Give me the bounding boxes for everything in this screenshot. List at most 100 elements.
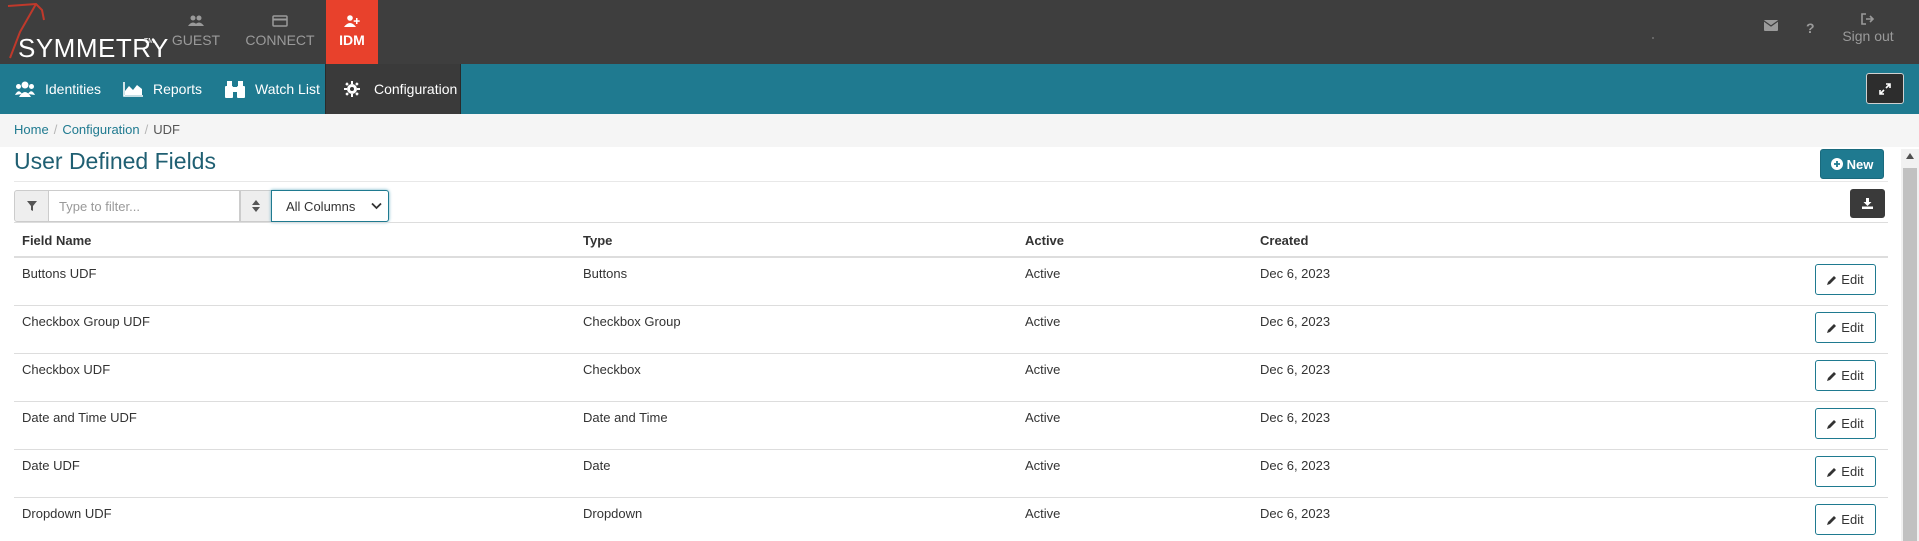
question-icon[interactable]: ? [1806, 20, 1815, 36]
users-icon [165, 14, 227, 28]
sign-out-icon [1838, 12, 1898, 26]
edit-button[interactable]: Edit [1815, 408, 1876, 439]
breadcrumb-configuration[interactable]: Configuration [62, 122, 139, 137]
new-button[interactable]: New [1820, 149, 1884, 179]
symmetry-logo[interactable]: SYMMETRY TM [6, 2, 168, 63]
table-row: Checkbox UDF Checkbox Active Dec 6, 2023… [14, 354, 1888, 402]
cell-created: Dec 6, 2023 [1260, 506, 1331, 521]
top-bar: SYMMETRY TM GUEST CONNECT IDM ? Sign out [0, 0, 1919, 64]
envelope-icon[interactable] [1763, 18, 1779, 34]
cell-field-name: Buttons UDF [22, 266, 97, 281]
pencil-icon [1827, 371, 1837, 381]
column-select-value: All Columns [286, 199, 356, 214]
cell-field-name: Date UDF [22, 458, 80, 473]
nav-label: Configuration [374, 81, 458, 97]
page-title: User Defined Fields [14, 148, 216, 174]
gear-icon [344, 81, 360, 97]
filter-icon [26, 201, 37, 211]
nav-label: Identities [45, 81, 102, 97]
edit-button[interactable]: Edit [1815, 456, 1876, 487]
table-row: Checkbox Group UDF Checkbox Group Active… [14, 306, 1888, 354]
cell-created: Dec 6, 2023 [1260, 362, 1331, 377]
cell-created: Dec 6, 2023 [1260, 458, 1331, 473]
nav-label: Watch List [255, 81, 320, 97]
area-chart-icon [123, 81, 143, 97]
cell-field-name: Date and Time UDF [22, 410, 137, 425]
module-nav-bar: Identities Reports Watch List Configurat… [0, 64, 1919, 114]
edit-label: Edit [1841, 368, 1864, 383]
breadcrumb-separator: / [53, 122, 58, 137]
breadcrumb-separator: / [144, 122, 149, 137]
app-tab-label: CONNECT [245, 32, 315, 48]
table-row: Buttons UDF Buttons Active Dec 6, 2023 E… [14, 258, 1888, 306]
pencil-icon [1827, 323, 1837, 333]
cell-type: Buttons [583, 266, 628, 281]
app-tab-label: GUEST [171, 32, 221, 48]
fullscreen-button[interactable] [1866, 73, 1904, 104]
nav-item-reports[interactable]: Reports [123, 64, 202, 114]
chevron-down-icon [371, 202, 382, 210]
cell-active: Active [1025, 506, 1061, 521]
column-header-field-name[interactable]: Field Name [22, 233, 91, 248]
expand-icon [1879, 82, 1891, 95]
cell-active: Active [1025, 410, 1061, 425]
nav-item-watch-list[interactable]: Watch List [225, 64, 320, 114]
cell-active: Active [1025, 458, 1061, 473]
pencil-icon [1827, 419, 1837, 429]
nav-item-identities[interactable]: Identities [15, 64, 101, 114]
table-row: Date and Time UDF Date and Time Active D… [14, 402, 1888, 450]
trademark: TM [144, 38, 155, 45]
table-row: Date UDF Date Active Dec 6, 2023 Edit [14, 450, 1888, 498]
column-header-active[interactable]: Active [1025, 233, 1064, 248]
scrollbar-thumb[interactable] [1903, 168, 1917, 541]
card-icon [240, 14, 320, 28]
download-icon [1862, 198, 1873, 209]
column-header-type[interactable]: Type [583, 233, 612, 248]
new-button-label: New [1846, 156, 1874, 172]
edit-button[interactable]: Edit [1815, 312, 1876, 343]
edit-label: Edit [1841, 320, 1864, 335]
edit-label: Edit [1841, 272, 1864, 287]
cell-active: Active [1025, 362, 1061, 377]
cell-created: Dec 6, 2023 [1260, 314, 1331, 329]
edit-label: Edit [1841, 464, 1864, 479]
edit-button[interactable]: Edit [1815, 360, 1876, 391]
sort-addon [240, 190, 272, 222]
cell-type: Date and Time [583, 410, 668, 425]
edit-button[interactable]: Edit [1815, 264, 1876, 295]
nav-item-configuration[interactable]: Configuration [325, 64, 461, 114]
cell-type: Checkbox [583, 362, 641, 377]
user-plus-icon [326, 14, 378, 28]
breadcrumb-home[interactable]: Home [14, 122, 49, 137]
edit-label: Edit [1841, 512, 1864, 527]
column-select[interactable]: All Columns [271, 190, 389, 222]
download-button[interactable] [1850, 189, 1885, 218]
cell-field-name: Checkbox UDF [22, 362, 111, 377]
column-header-created[interactable]: Created [1260, 233, 1308, 248]
plus-circle-icon [1830, 158, 1843, 170]
pencil-icon [1827, 467, 1837, 477]
edit-button[interactable]: Edit [1815, 504, 1876, 535]
cell-created: Dec 6, 2023 [1260, 410, 1331, 425]
app-tab-label: IDM [339, 32, 365, 48]
cell-active: Active [1025, 266, 1061, 281]
edit-label: Edit [1841, 416, 1864, 431]
pencil-icon [1827, 275, 1837, 285]
divider-dot [1652, 37, 1654, 39]
app-tab-guest[interactable]: GUEST [165, 0, 227, 64]
cell-type: Dropdown [583, 506, 643, 521]
sign-out-button[interactable]: Sign out [1838, 12, 1898, 44]
scroll-up-icon[interactable] [1905, 152, 1915, 160]
cell-type: Date [583, 458, 611, 473]
breadcrumb-current: UDF [153, 122, 180, 137]
cell-type: Checkbox Group [583, 314, 681, 329]
sort-icon [252, 200, 260, 212]
cell-created: Dec 6, 2023 [1260, 266, 1331, 281]
filter-input[interactable] [48, 190, 240, 222]
app-tab-idm[interactable]: IDM [326, 0, 378, 64]
pencil-icon [1827, 515, 1837, 525]
cell-field-name: Checkbox Group UDF [22, 314, 150, 329]
app-tab-connect[interactable]: CONNECT [240, 0, 320, 64]
nav-label: Reports [153, 81, 203, 97]
users-icon [15, 81, 35, 97]
